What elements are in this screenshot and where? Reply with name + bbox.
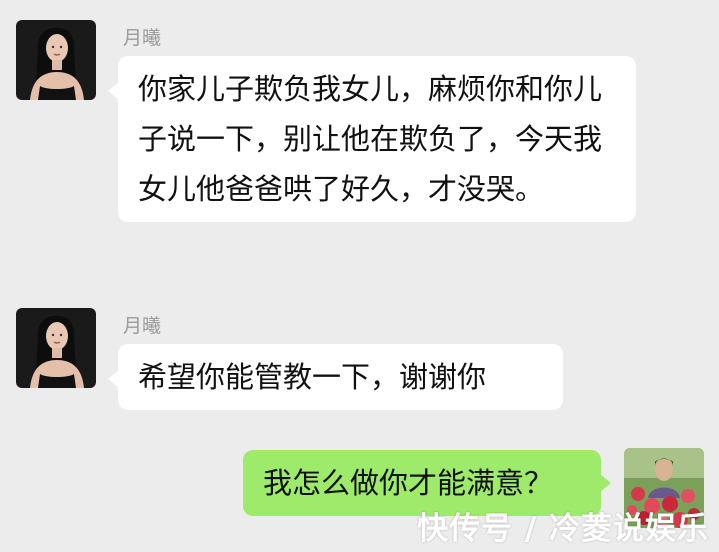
message-text: 你家儿子欺负我女儿，麻烦你和你儿子说一下，别让他在欺负了，今天我女儿他爸爸哄了好…: [138, 72, 603, 206]
sender-name: 月曦: [123, 315, 162, 337]
incoming-message-bubble[interactable]: 希望你能管教一下，谢谢你: [108, 344, 563, 410]
chat-thread: 月曦 你家儿子欺负我女儿，麻烦你和你儿子说一下，别让他在欺负了，今天我女儿他爸爸…: [0, 0, 719, 552]
woman-portrait-avatar-icon: [16, 308, 96, 388]
woman-portrait-avatar-icon: [16, 20, 96, 100]
contact-avatar[interactable]: [16, 308, 96, 388]
message-text: 希望你能管教一下，谢谢你: [138, 360, 487, 394]
message-text: 我怎么做你才能满意？: [263, 466, 554, 500]
watermark: 快传号 / 冷菱说娱乐: [417, 511, 709, 547]
sender-name: 月曦: [123, 27, 162, 49]
contact-avatar[interactable]: [16, 20, 96, 100]
incoming-message-bubble[interactable]: 你家儿子欺负我女儿，麻烦你和你儿子说一下，别让他在欺负了，今天我女儿他爸爸哄了好…: [108, 56, 636, 222]
